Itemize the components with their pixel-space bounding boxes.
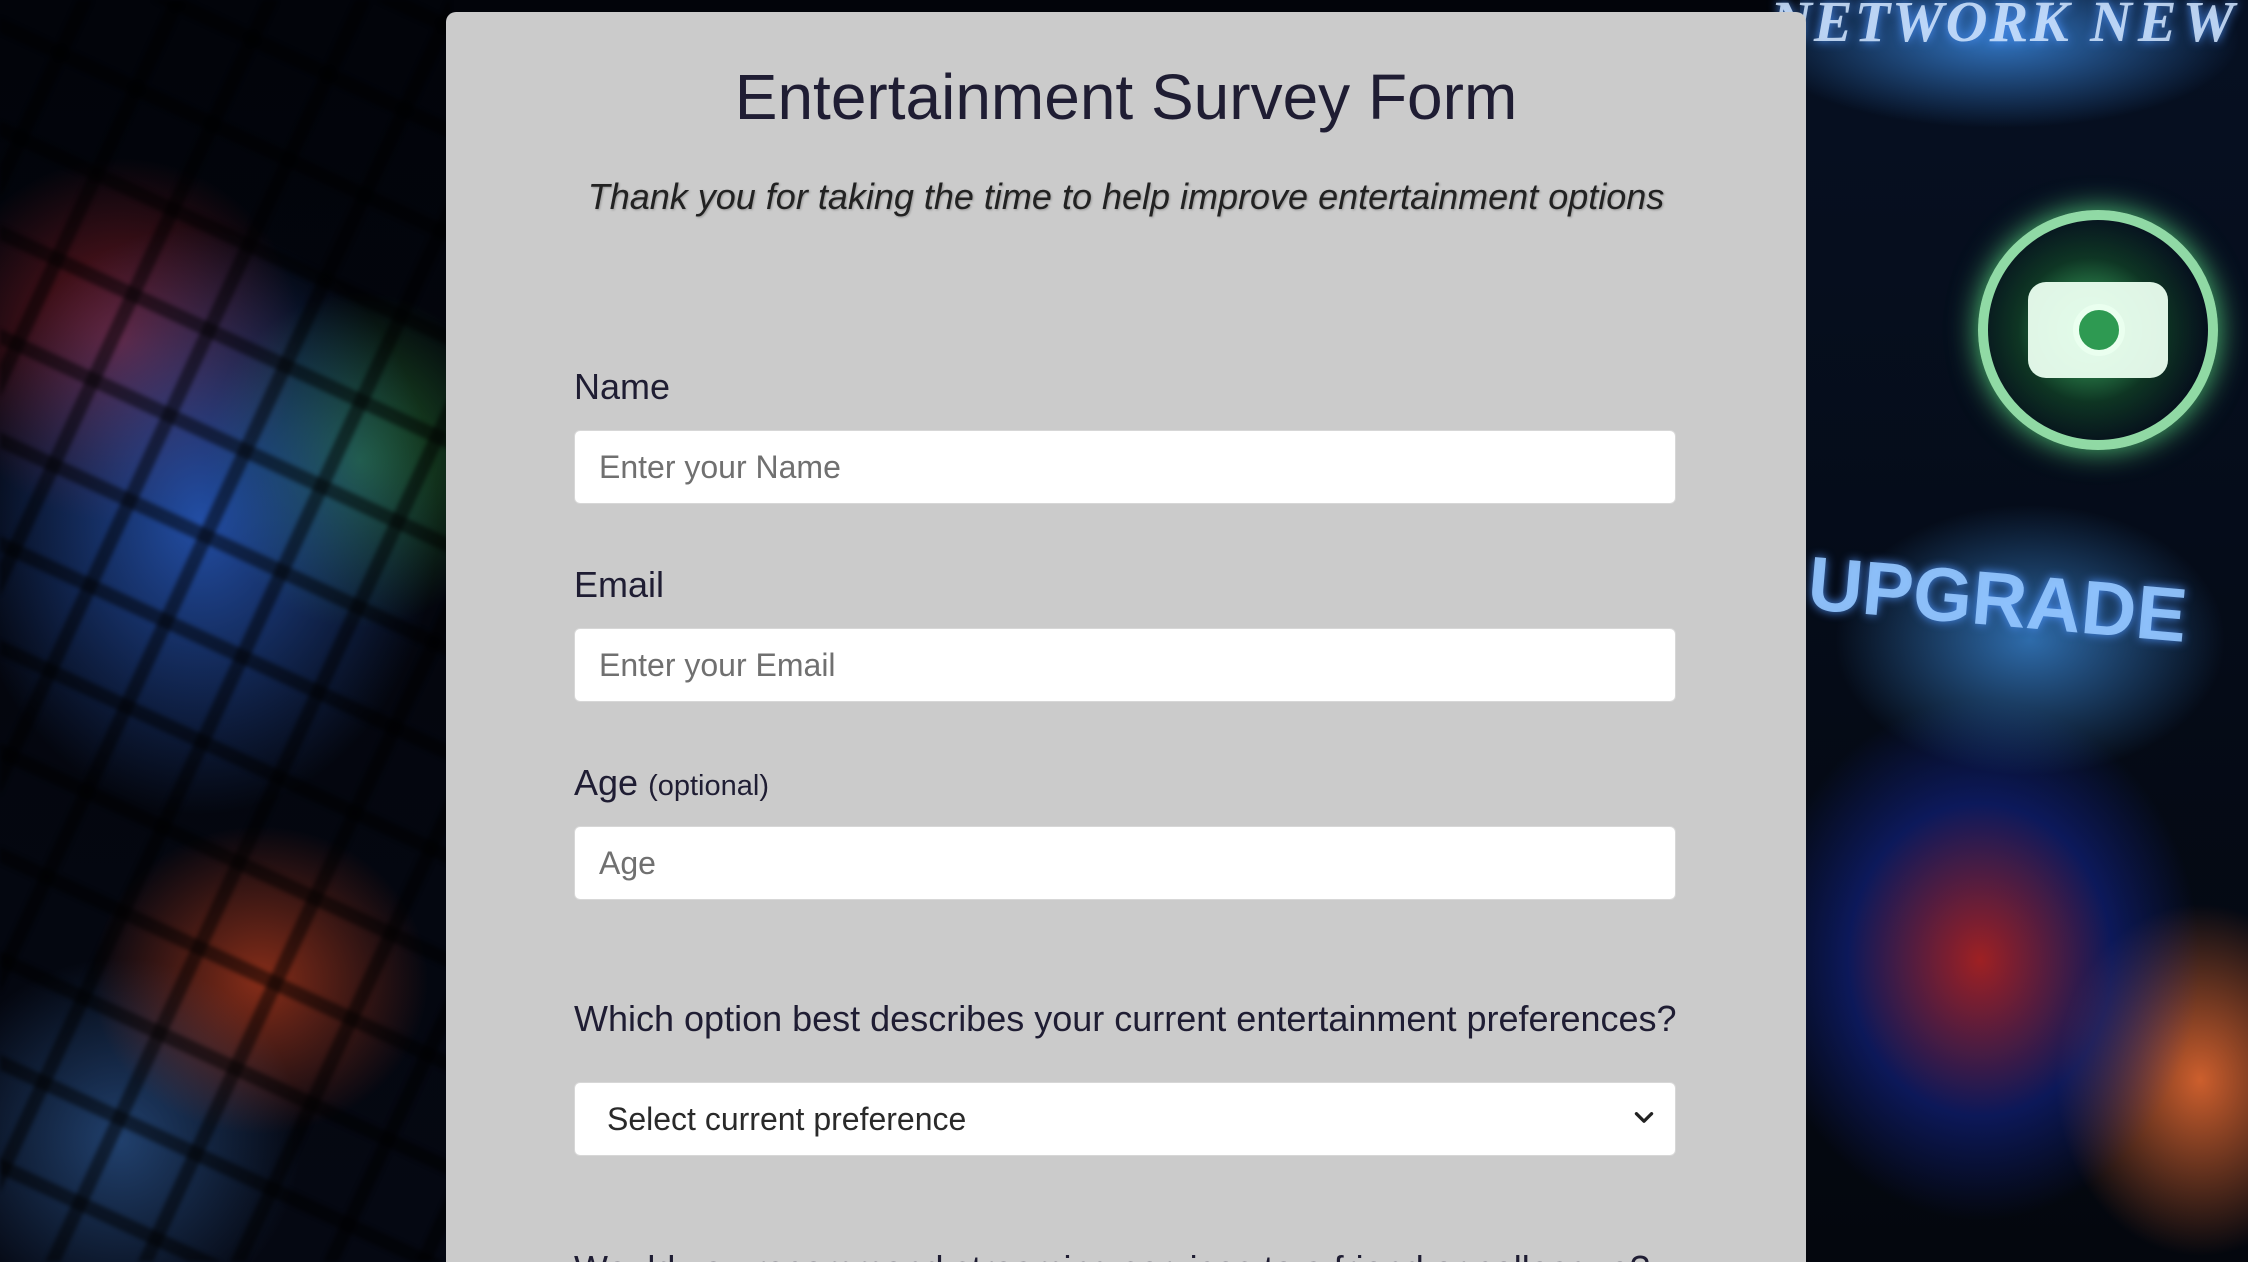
email-input[interactable] (574, 628, 1676, 702)
name-label: Name (574, 366, 671, 407)
recommend-question-label: Would you recommend streaming services t… (574, 1248, 1650, 1262)
camera-lens (2073, 304, 2125, 356)
email-label: Email (574, 564, 665, 605)
background-tile-mosaic (0, 0, 450, 1262)
background-network-text: NETWORK (1770, 0, 2071, 54)
name-input[interactable] (574, 430, 1676, 504)
survey-form-card: Entertainment Survey Form Thank you for … (446, 12, 1806, 1262)
preference-question-label: Which option best describes your current… (574, 998, 1677, 1039)
camera-icon (1978, 210, 2218, 450)
page-subtitle: Thank you for taking the time to help im… (587, 176, 1665, 217)
camera-body (2028, 282, 2168, 378)
age-input[interactable] (574, 826, 1676, 900)
background-news-text: NEW (2090, 0, 2241, 54)
age-label: Age (574, 762, 639, 803)
chevron-down-icon (1634, 1112, 1654, 1123)
preference-select[interactable]: Select current preference (574, 1082, 1676, 1156)
page-title: Entertainment Survey Form (734, 61, 1518, 133)
preference-selected-value: Select current preference (607, 1100, 967, 1137)
age-optional-note: (optional) (648, 770, 769, 802)
age-label-group: Age (optional) (574, 762, 769, 804)
